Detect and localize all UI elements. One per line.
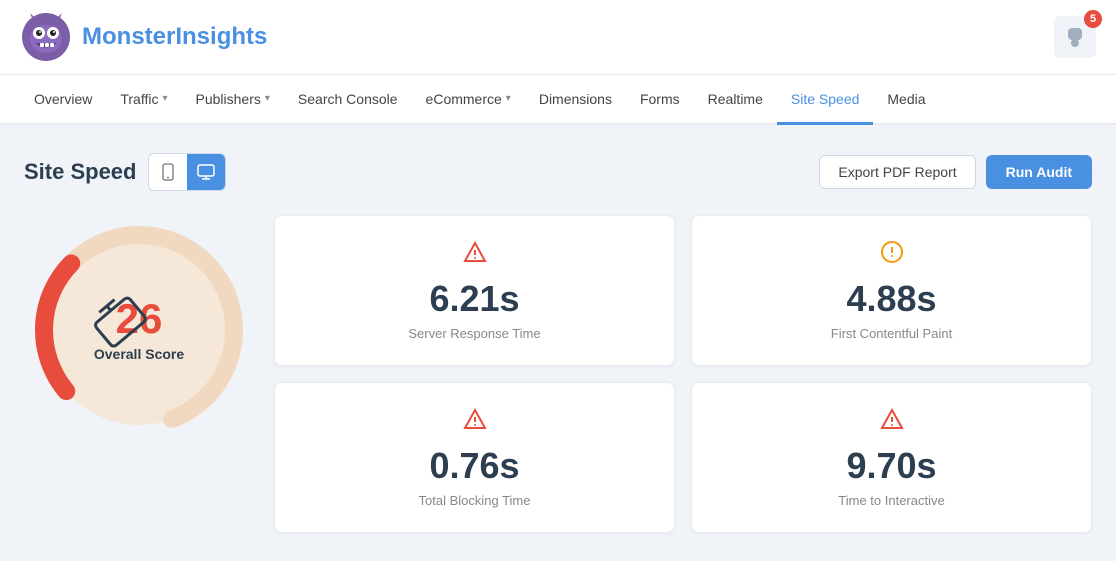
main-nav: Overview Traffic ▾ Publishers ▾ Search C… [0,75,1116,125]
metric-card-first-contentful-paint: 4.88s First Contentful Paint [691,215,1092,366]
notifications-icon [1064,26,1086,48]
time-to-interactive-value: 9.70s [712,445,1071,487]
time-to-interactive-label: Time to Interactive [712,493,1071,508]
nav-item-forms[interactable]: Forms [626,75,694,125]
total-blocking-time-value: 0.76s [295,445,654,487]
metric-card-total-blocking-time: 0.76s Total Blocking Time [274,382,675,533]
chevron-down-icon: ▾ [506,93,511,104]
first-contentful-paint-value: 4.88s [712,278,1071,320]
mobile-icon [160,163,176,181]
nav-item-dimensions[interactable]: Dimensions [525,75,626,125]
nav-item-traffic[interactable]: Traffic ▾ [106,75,181,125]
server-response-value: 6.21s [295,278,654,320]
nav-item-overview[interactable]: Overview [20,75,106,125]
app-header: MonsterInsights 5 [0,0,1116,75]
desktop-device-button[interactable] [187,154,225,190]
desktop-icon [197,164,215,180]
server-response-label: Server Response Time [295,326,654,341]
warning-red-icon-3 [712,407,1071,437]
section-actions: Export PDF Report Run Audit [819,155,1092,189]
warning-orange-icon [712,240,1071,270]
app-title: MonsterInsights [82,23,267,51]
metric-card-server-response: 6.21s Server Response Time [274,215,675,366]
nav-item-ecommerce[interactable]: eCommerce ▾ [412,75,525,125]
score-inner: 26 Overall Score [94,298,184,362]
page-title: Site Speed [24,159,136,185]
nav-item-publishers[interactable]: Publishers ▾ [182,75,284,125]
monster-logo-icon [20,11,72,63]
dashboard-grid: 26 Overall Score 6.21s Server Response T… [24,215,1092,533]
run-audit-button[interactable]: Run Audit [986,155,1092,189]
nav-item-site-speed[interactable]: Site Speed [777,75,874,125]
chevron-down-icon: ▾ [162,93,167,104]
export-pdf-button[interactable]: Export PDF Report [819,155,975,189]
score-panel: 26 Overall Score [24,215,254,445]
nav-item-media[interactable]: Media [873,75,939,125]
warning-red-icon [295,240,654,270]
metrics-grid: 6.21s Server Response Time 4.88s First C… [274,215,1092,533]
section-title-group: Site Speed [24,153,226,191]
chevron-down-icon: ▾ [265,93,270,104]
first-contentful-paint-label: First Contentful Paint [712,326,1071,341]
metric-card-time-to-interactive: 9.70s Time to Interactive [691,382,1092,533]
nav-item-realtime[interactable]: Realtime [694,75,777,125]
notification-badge: 5 [1084,10,1102,28]
total-blocking-time-label: Total Blocking Time [295,493,654,508]
section-header: Site Speed [24,153,1092,191]
header-actions: 5 [1054,16,1096,58]
warning-red-icon-2 [295,407,654,437]
logo-area: MonsterInsights [20,11,267,63]
main-content: Site Speed [0,125,1116,561]
notifications-button[interactable]: 5 [1054,16,1096,58]
overall-score-label: Overall Score [94,346,184,362]
nav-item-search-console[interactable]: Search Console [284,75,412,125]
